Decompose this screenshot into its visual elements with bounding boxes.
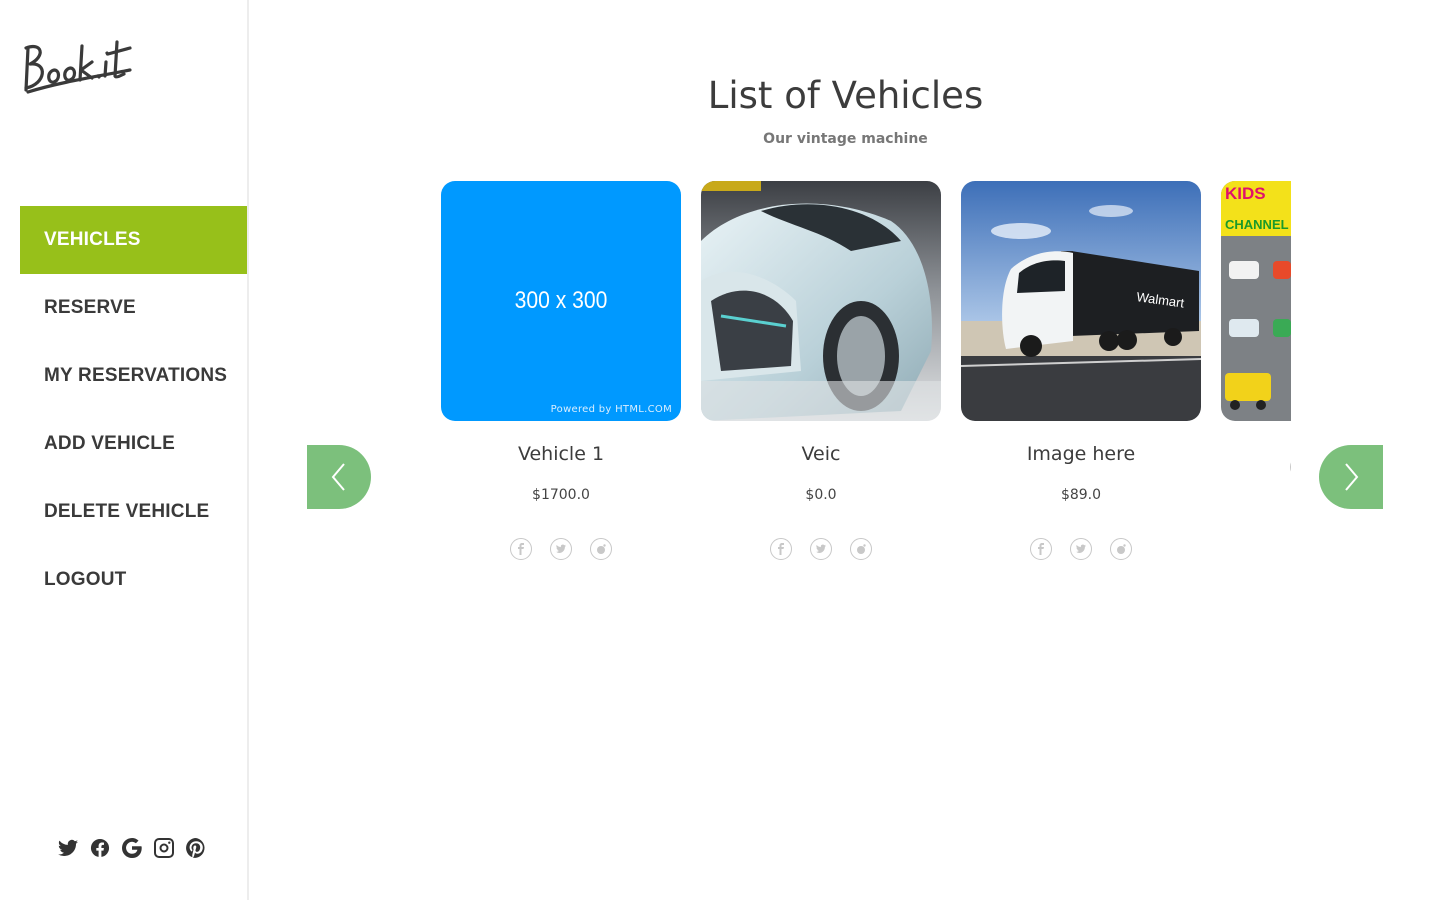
vehicle-share-links: [441, 538, 681, 560]
vehicle-name: Veic: [801, 443, 841, 465]
twitter-icon[interactable]: [56, 836, 80, 860]
twitter-icon[interactable]: [550, 538, 572, 560]
placeholder-image: 300 x 300 Powered by HTML.COM: [441, 181, 681, 421]
google-icon[interactable]: [120, 836, 144, 860]
facebook-icon[interactable]: [1030, 538, 1052, 560]
placeholder-size-text: 300 x 300: [514, 287, 608, 314]
page-subtitle: Our vintage machine: [763, 131, 928, 147]
vehicle-price: $89.0: [1060, 487, 1102, 503]
facebook-icon[interactable]: [1290, 456, 1291, 478]
vehicle-card[interactable]: KIDS CHANNEL: [1221, 181, 1291, 560]
vehicle-carousel: 300 x 300 Powered by HTML.COM Vehicle 1 …: [441, 181, 1291, 581]
facebook-icon[interactable]: [88, 836, 112, 860]
twitter-icon[interactable]: [1070, 538, 1092, 560]
brand-logo[interactable]: [20, 32, 135, 96]
pinterest-icon[interactable]: [184, 836, 208, 860]
vehicle-name: Image here: [1026, 443, 1136, 465]
vehicle-image[interactable]: 300 x 300 Powered by HTML.COM: [441, 181, 681, 421]
vehicle-name: Vehicle 1: [517, 443, 605, 465]
sidebar-item-vehicles[interactable]: VEHICLES: [20, 206, 247, 274]
main-content: List of Vehicles Our vintage machine 300…: [251, 0, 1440, 900]
sidebar-item-delete-vehicle[interactable]: DELETE VEHICLE: [20, 478, 247, 546]
sidebar-item-reserve[interactable]: RESERVE: [20, 274, 247, 342]
vehicle-price: $0.0: [805, 487, 837, 503]
vehicle-card[interactable]: Walmart Image here $89.0: [961, 181, 1201, 560]
vehicle-card[interactable]: Veic $0.0: [701, 181, 941, 560]
concept-car-photo: [701, 181, 941, 421]
kids-tv-toy-cars-photo: KIDS CHANNEL: [1221, 181, 1291, 421]
sidebar-item-add-vehicle[interactable]: ADD VEHICLE: [20, 410, 247, 478]
walmart-truck-photo: Walmart: [961, 181, 1201, 421]
vehicle-share-links: [961, 538, 1201, 560]
vehicle-image[interactable]: [701, 181, 941, 421]
instagram-icon[interactable]: [152, 836, 176, 860]
chevron-right-icon: [1345, 463, 1359, 491]
sidebar-item-my-reservations[interactable]: MY RESERVATIONS: [20, 342, 247, 410]
page-title: List of Vehicles: [707, 74, 984, 117]
sidebar: VEHICLES RESERVE MY RESERVATIONS ADD VEH…: [0, 0, 249, 900]
reddit-icon[interactable]: [590, 538, 612, 560]
vehicle-card[interactable]: 300 x 300 Powered by HTML.COM Vehicle 1 …: [441, 181, 681, 560]
sidebar-social-links: [56, 836, 208, 860]
vehicle-share-links: [701, 538, 941, 560]
brand-logo-image: [24, 40, 132, 94]
twitter-icon[interactable]: [810, 538, 832, 560]
carousel-prev-button[interactable]: [307, 445, 371, 509]
svg-text:KIDS: KIDS: [1225, 184, 1266, 203]
chevron-left-icon: [331, 463, 345, 491]
vehicle-share-links: [1221, 456, 1291, 478]
facebook-icon[interactable]: [510, 538, 532, 560]
placeholder-footer-text: Powered by HTML.COM: [550, 404, 672, 415]
reddit-icon[interactable]: [850, 538, 872, 560]
sidebar-nav: VEHICLES RESERVE MY RESERVATIONS ADD VEH…: [20, 206, 247, 614]
vehicle-image[interactable]: KIDS CHANNEL: [1221, 181, 1291, 421]
reddit-icon[interactable]: [1110, 538, 1132, 560]
sidebar-item-logout[interactable]: LOGOUT: [20, 546, 247, 614]
facebook-icon[interactable]: [770, 538, 792, 560]
vehicle-image[interactable]: Walmart: [961, 181, 1201, 421]
carousel-next-button[interactable]: [1319, 445, 1383, 509]
vehicle-price: $1700.0: [532, 487, 590, 503]
svg-text:CHANNEL: CHANNEL: [1225, 217, 1289, 232]
